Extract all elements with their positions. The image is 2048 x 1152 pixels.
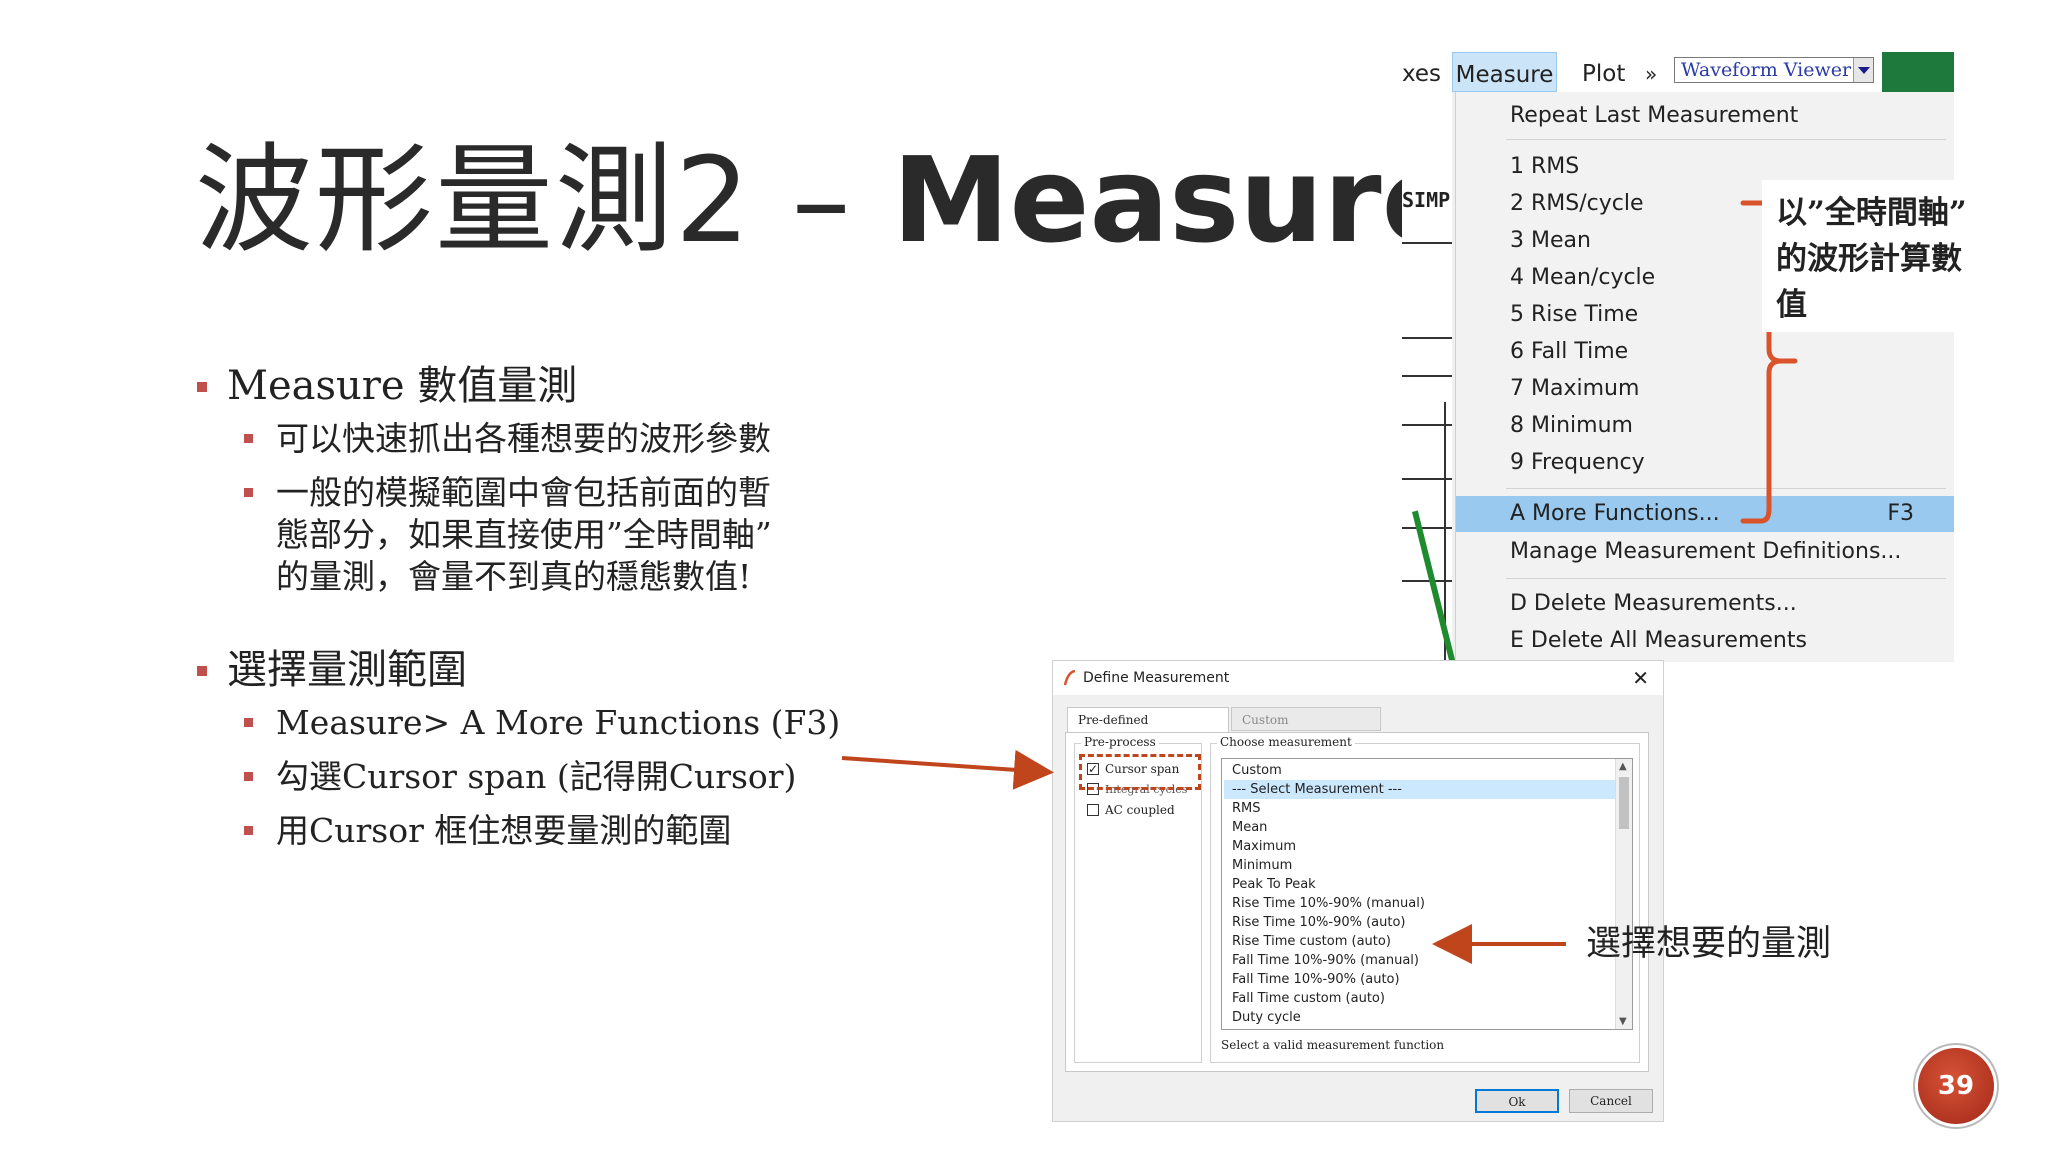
list-item[interactable]: Fall Time 10%-90% (manual) <box>1224 951 1616 970</box>
grid-line <box>1402 242 1452 244</box>
callout-line: 值 <box>1776 287 1807 323</box>
list-item[interactable]: Rise Time 10%-90% (manual) <box>1224 894 1616 913</box>
list-item[interactable]: Fall Time custom (auto) <box>1224 989 1616 1008</box>
menu-overflow-chevron-icon[interactable]: » <box>1645 52 1657 92</box>
menu-item-delete[interactable]: D Delete Measurements... <box>1456 586 1954 622</box>
cancel-button[interactable]: Cancel <box>1569 1089 1653 1113</box>
menu-separator <box>1506 578 1946 579</box>
ok-button[interactable]: Ok <box>1475 1089 1559 1113</box>
list-item[interactable]: RMS <box>1224 799 1616 818</box>
grid-line <box>1402 337 1452 339</box>
sub-bullet-transient: 一般的模擬範圍中會包括前面的暫 態部分，如果直接使用”全時間軸” 的量測，會量不… <box>244 472 895 598</box>
sub-bullet-text: Measure> A More Functions (F3) <box>276 703 841 742</box>
toolbar-color-block <box>1882 52 1954 92</box>
list-item[interactable]: Rise Time 10%-90% (auto) <box>1224 913 1616 932</box>
list-item[interactable]: Duty cycle <box>1224 1008 1616 1027</box>
bullet-select-range: 選擇量測範圍 <box>195 644 895 696</box>
sub-bullet-cursor-span: 勾選Cursor span (記得開Cursor) <box>244 756 895 798</box>
slide: 波形量測2 – Measure 1 Measure 數值量測 可以快速抓出各種想… <box>0 0 2048 1152</box>
measure-dropdown: Repeat Last Measurement 1 RMS 2 RMS/cycl… <box>1455 92 1954 662</box>
scroll-up-icon[interactable]: ▲ <box>1619 761 1627 772</box>
menu-item-minimum[interactable]: 8 Minimum <box>1456 408 1954 444</box>
menu-item-delete-all[interactable]: E Delete All Measurements <box>1456 623 1954 659</box>
menu-item-repeat[interactable]: Repeat Last Measurement <box>1456 98 1954 134</box>
dialog-title: Define Measurement <box>1083 670 1230 686</box>
menu-separator <box>1506 488 1946 489</box>
sub-bullet-line: 態部分，如果直接使用”全時間軸” <box>276 515 772 554</box>
ac-coupled-checkbox[interactable]: AC coupled <box>1087 801 1175 819</box>
list-item[interactable]: Custom <box>1224 761 1616 780</box>
waveform-trace <box>1412 510 1462 662</box>
sub-bullet-text: 可以快速抓出各種想要的波形參數 <box>276 419 771 458</box>
bullet-list: Measure 數值量測 可以快速抓出各種想要的波形參數 一般的模擬範圍中會包括… <box>195 360 895 864</box>
list-item[interactable]: Maximum <box>1224 837 1616 856</box>
preprocess-label: Pre-process <box>1081 735 1159 749</box>
waveform-label: SIMP <box>1402 188 1451 212</box>
define-measurement-dialog: Define Measurement ✕ Pre-defined Measure… <box>1052 660 1664 1122</box>
app-icon <box>1063 670 1076 686</box>
sub-bullet-line: 一般的模擬範圍中會包括前面的暫 <box>276 473 771 512</box>
shortcut-key: F3 <box>1887 501 1914 526</box>
sub-bullet-quick: 可以快速抓出各種想要的波形參數 <box>244 418 895 460</box>
page-number-badge: 39 <box>1918 1048 1994 1124</box>
checkbox-icon[interactable] <box>1087 804 1099 816</box>
checkbox-label: AC coupled <box>1105 803 1175 817</box>
sub-bullet-line: 的量測，會量不到真的穩態數值! <box>276 557 752 596</box>
highlight-dashed-box <box>1079 754 1201 790</box>
choose-measurement-label: Choose measurement <box>1217 735 1355 749</box>
preprocess-group: Pre-process Cursor span Integral cycles … <box>1074 735 1202 1063</box>
sub-bullet-text: 用Cursor 框住想要量測的範圍 <box>276 811 732 850</box>
tab-panel: Pre-process Cursor span Integral cycles … <box>1065 732 1649 1072</box>
tab-custom[interactable]: Custom Measurement <box>1231 707 1381 751</box>
choose-measurement-group: Choose measurement Custom --- Select Mea… <box>1210 735 1640 1063</box>
menu-item-more-functions[interactable]: A More Functions... F3 <box>1456 496 1954 532</box>
list-item-selected[interactable]: --- Select Measurement --- <box>1224 780 1616 799</box>
annotation-choose-measurement: 選擇想要的量測 <box>1586 924 1832 964</box>
menubar: xes Measure Plot » Waveform Viewer <box>1402 52 1954 92</box>
measurement-listbox[interactable]: Custom --- Select Measurement --- RMS Me… <box>1221 758 1633 1030</box>
chevron-down-icon[interactable] <box>1853 58 1873 82</box>
slide-title: 波形量測2 – Measure 1 <box>195 130 1585 270</box>
menu-item-fall-time[interactable]: 6 Fall Time <box>1456 334 1954 370</box>
callout-line: 以”全時間軸” <box>1776 195 1967 231</box>
menu-measure[interactable]: Measure <box>1452 52 1557 92</box>
viewer-select[interactable]: Waveform Viewer <box>1674 57 1874 83</box>
status-text: Select a valid measurement function <box>1221 1038 1445 1052</box>
bullet-measure: Measure 數值量測 <box>195 360 895 412</box>
menu-axes[interactable]: xes <box>1402 52 1441 92</box>
scrollbar-thumb[interactable] <box>1619 777 1629 829</box>
scroll-down-icon[interactable]: ▼ <box>1619 1016 1627 1027</box>
list-item[interactable]: Fall Time 10%-90% (auto) <box>1224 970 1616 989</box>
sub-bullet-text: 勾選Cursor span (記得開Cursor) <box>276 757 797 796</box>
menu-plot[interactable]: Plot <box>1582 52 1625 92</box>
viewer-select-value: Waveform Viewer <box>1681 59 1852 81</box>
title-cjk: 波形量測2 – <box>195 131 893 269</box>
callout-full-time-axis: 以”全時間軸” 的波形計算數 值 <box>1762 180 2024 332</box>
waveform-area: SIMP <box>1402 92 1462 662</box>
menu-item-manage-definitions[interactable]: Manage Measurement Definitions... <box>1456 534 1954 570</box>
tab-predefined[interactable]: Pre-defined Measurement <box>1067 707 1229 751</box>
menu-item-frequency[interactable]: 9 Frequency <box>1456 445 1954 481</box>
listbox-scrollbar[interactable]: ▲ ▼ <box>1615 759 1632 1029</box>
close-icon[interactable]: ✕ <box>1632 665 1649 691</box>
callout-line: 的波形計算數 <box>1776 241 1962 277</box>
list-item[interactable]: Mean <box>1224 818 1616 837</box>
sub-bullet-cursor-range: 用Cursor 框住想要量測的範圍 <box>244 810 895 852</box>
grid-line <box>1402 375 1452 377</box>
menu-item-label: A More Functions... <box>1510 501 1720 526</box>
list-item[interactable]: Minimum <box>1224 856 1616 875</box>
list-item[interactable]: Peak To Peak <box>1224 875 1616 894</box>
menu-item-maximum[interactable]: 7 Maximum <box>1456 371 1954 407</box>
measure-menu-screenshot: xes Measure Plot » Waveform Viewer SIMP … <box>1402 52 1954 662</box>
menu-separator <box>1506 139 1946 140</box>
dialog-titlebar: Define Measurement ✕ <box>1053 661 1663 695</box>
sub-bullet-menu-path: Measure> A More Functions (F3) <box>244 702 895 744</box>
list-item[interactable]: Rise Time custom (auto) <box>1224 932 1616 951</box>
